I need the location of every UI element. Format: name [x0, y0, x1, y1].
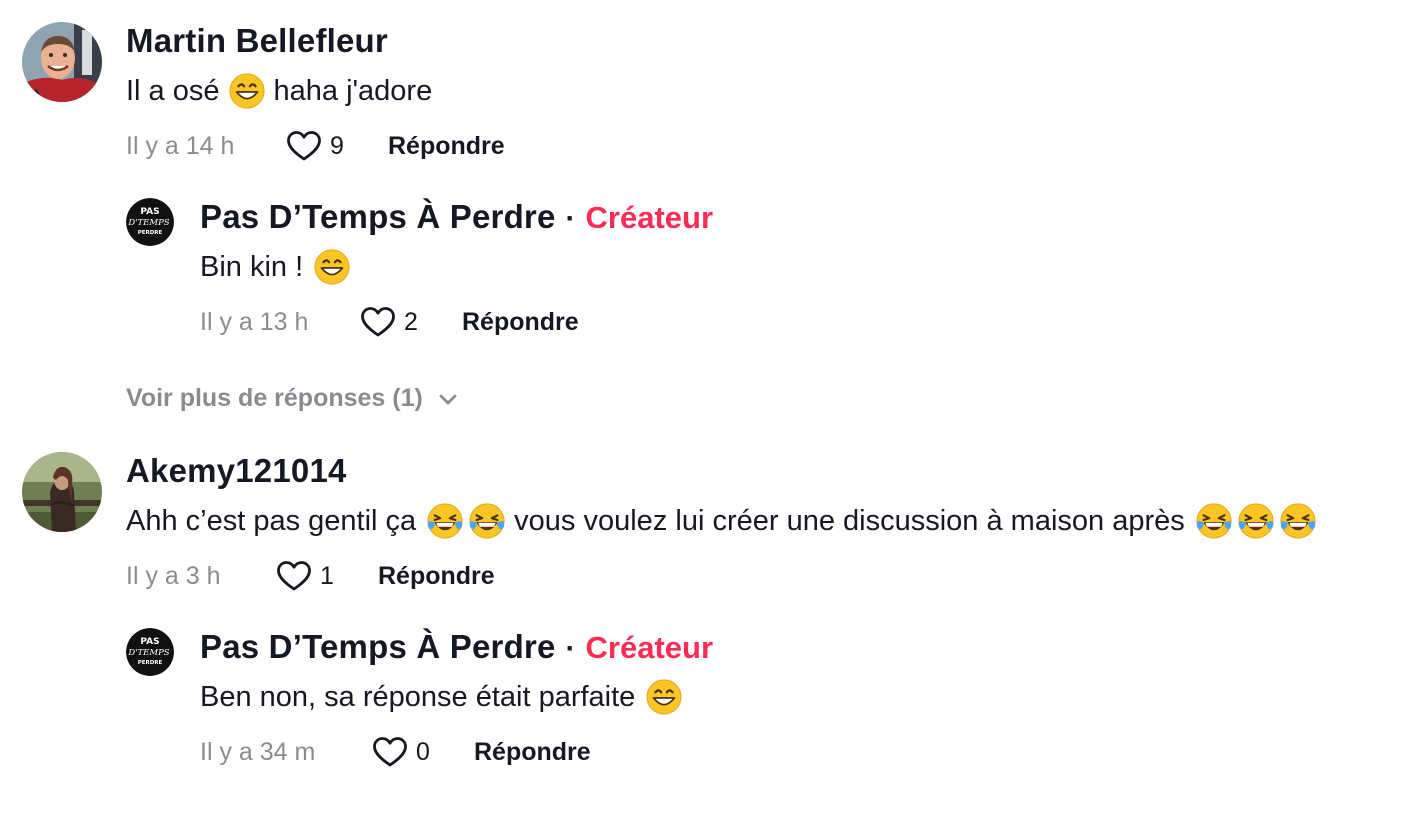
- avatar[interactable]: [22, 22, 102, 102]
- grinning-face-emoji-icon: [645, 678, 683, 716]
- heart-outline-icon: [286, 130, 322, 162]
- logo-text: D'TEMPS: [127, 218, 169, 228]
- like-count: 2: [404, 307, 418, 336]
- view-more-replies-button[interactable]: Voir plus de réponses (1): [126, 384, 459, 413]
- creator-badge: Créateur: [585, 200, 714, 235]
- creator-avatar[interactable]: PAS D'TEMPS PERDRE: [126, 198, 174, 246]
- reply-time: Il y a 34 m: [200, 737, 316, 766]
- tears-of-joy-emoji-icon: [1195, 502, 1233, 540]
- tears-of-joy-emoji-icon: [1279, 502, 1317, 540]
- creator-badge: Créateur: [585, 630, 714, 665]
- reply-text-part: Ben non, sa réponse était parfaite: [200, 680, 636, 713]
- like-button[interactable]: 9: [286, 130, 380, 162]
- comment-item: Akemy121014 Ahh c’est pas gentil ça vous…: [22, 452, 1319, 594]
- reply-text: Bin kin !: [200, 248, 713, 286]
- comment-time: Il y a 3 h: [126, 561, 221, 590]
- tears-of-joy-emoji-icon: [426, 502, 464, 540]
- grinning-face-emoji-icon: [228, 72, 266, 110]
- heart-outline-icon: [360, 306, 396, 338]
- tears-of-joy-emoji-icon: [1237, 502, 1275, 540]
- like-button[interactable]: 2: [360, 306, 454, 338]
- comment-text-part: vous voulez lui créer une discussion à m…: [514, 504, 1185, 537]
- like-count: 0: [416, 737, 430, 766]
- logo-text: PERDRE: [138, 230, 163, 236]
- like-count: 1: [320, 561, 334, 590]
- logo-text: PERDRE: [138, 660, 163, 666]
- reply-button[interactable]: Répondre: [474, 738, 591, 767]
- logo-text: PAS: [140, 637, 159, 647]
- reply-author[interactable]: Pas D’Temps À Perdre: [200, 628, 556, 666]
- reply-item: PAS D'TEMPS PERDRE Pas D’Temps À Perdre …: [126, 628, 713, 770]
- reply-text-part: Bin kin !: [200, 250, 304, 283]
- comment-item: Martin Bellefleur Il a osé haha j'adore …: [22, 22, 505, 164]
- heart-outline-icon: [372, 736, 408, 768]
- separator-dot: ·: [565, 632, 576, 665]
- like-button[interactable]: 1: [276, 560, 370, 592]
- like-count: 9: [330, 131, 344, 160]
- reply-text: Ben non, sa réponse était parfaite: [200, 678, 713, 716]
- reply-button[interactable]: Répondre: [388, 132, 505, 161]
- chevron-down-icon: [439, 394, 457, 404]
- reply-author[interactable]: Pas D’Temps À Perdre: [200, 198, 556, 236]
- reply-item: PAS D'TEMPS PERDRE Pas D’Temps À Perdre …: [126, 198, 713, 340]
- reply-button[interactable]: Répondre: [462, 308, 579, 337]
- tears-of-joy-emoji-icon: [468, 502, 506, 540]
- logo-text: PAS: [140, 207, 159, 217]
- reply-time: Il y a 13 h: [200, 307, 309, 336]
- creator-avatar[interactable]: PAS D'TEMPS PERDRE: [126, 628, 174, 676]
- comment-author[interactable]: Akemy121014: [126, 452, 347, 490]
- like-button[interactable]: 0: [372, 736, 466, 768]
- comment-text-part: haha j'adore: [273, 74, 433, 107]
- comment-author[interactable]: Martin Bellefleur: [126, 22, 388, 60]
- comment-time: Il y a 14 h: [126, 131, 235, 160]
- heart-outline-icon: [276, 560, 312, 592]
- logo-text: D'TEMPS: [127, 648, 169, 658]
- view-more-replies-label: Voir plus de réponses (1): [126, 384, 423, 412]
- separator-dot: ·: [565, 202, 576, 235]
- comment-text: Il a osé haha j'adore: [126, 72, 505, 110]
- reply-button[interactable]: Répondre: [378, 562, 495, 591]
- grinning-face-emoji-icon: [313, 248, 351, 286]
- avatar[interactable]: [22, 452, 102, 532]
- comment-text-part: Il a osé: [126, 74, 220, 107]
- comment-text-part: Ahh c’est pas gentil ça: [126, 504, 417, 537]
- comment-text: Ahh c’est pas gentil ça vous voulez lui …: [126, 502, 1319, 540]
